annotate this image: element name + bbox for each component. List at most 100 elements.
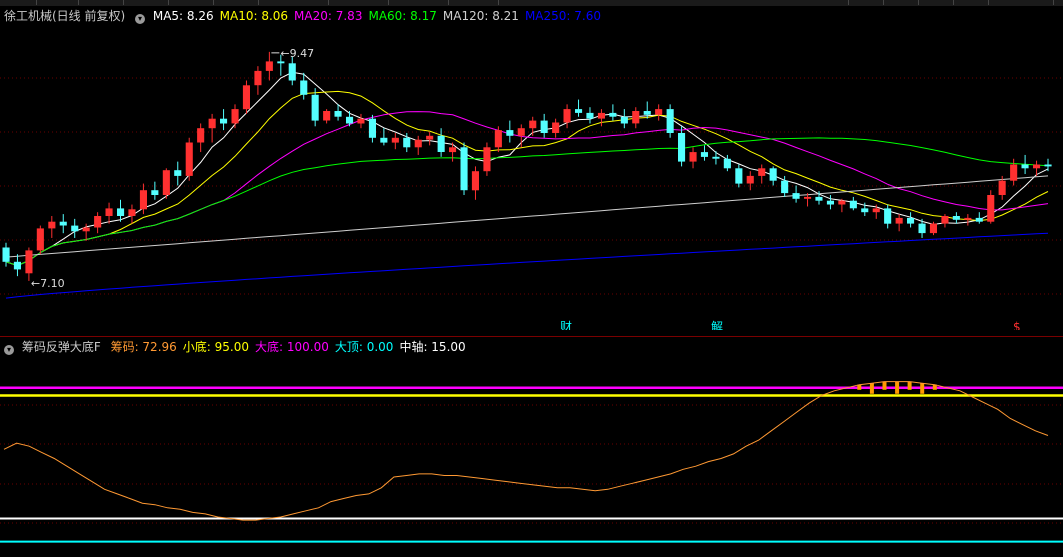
candle xyxy=(632,107,640,129)
indicator-settings-circle-icon[interactable]: ▾ xyxy=(4,345,14,355)
candle xyxy=(529,116,537,136)
candle xyxy=(426,132,434,146)
candle xyxy=(368,114,376,143)
candle xyxy=(735,164,743,188)
event-marker: 财 xyxy=(560,320,572,330)
event-marker: 解 xyxy=(711,320,723,330)
candle xyxy=(197,123,205,153)
candle xyxy=(414,135,422,155)
candle xyxy=(380,128,388,146)
signal-bar xyxy=(920,383,925,394)
candle xyxy=(552,118,560,138)
candle xyxy=(895,214,903,232)
legend-item: 大顶: 0.00 xyxy=(334,340,394,354)
candle xyxy=(242,80,250,114)
candle xyxy=(311,88,319,127)
candle xyxy=(597,109,605,127)
indicator-title: 筹码反弹大底F xyxy=(21,340,101,354)
candle xyxy=(586,107,594,124)
candle xyxy=(265,51,273,81)
candle xyxy=(105,202,113,224)
candle xyxy=(220,109,228,131)
indicator-chart xyxy=(0,381,1063,543)
candle xyxy=(838,198,846,213)
candle xyxy=(174,161,182,186)
candle xyxy=(620,109,628,129)
candle xyxy=(712,151,720,165)
candle xyxy=(471,166,479,200)
candle xyxy=(483,142,491,176)
chart-window: 徐工机械(日线 前复权) ▾ MA5: 8.26 MA10: 8.06 MA20: … xyxy=(0,0,1063,557)
candle xyxy=(1010,158,1018,186)
candle xyxy=(357,113,365,129)
candle xyxy=(540,113,548,138)
legend-item: 大底: 100.00 xyxy=(255,340,329,354)
candle xyxy=(48,216,56,238)
candle xyxy=(849,196,857,211)
candle xyxy=(25,247,33,281)
candle xyxy=(746,171,754,191)
candle xyxy=(94,212,102,234)
candle xyxy=(655,104,663,121)
event-marker: $ xyxy=(1013,320,1021,330)
candle xyxy=(185,137,193,181)
candle xyxy=(231,104,239,129)
candle xyxy=(563,104,571,129)
candle xyxy=(907,212,915,228)
signal-bar xyxy=(895,381,900,394)
candle xyxy=(162,168,170,199)
candle xyxy=(254,66,262,95)
candle xyxy=(449,142,457,162)
candle xyxy=(884,204,892,229)
candle xyxy=(689,147,697,169)
candle xyxy=(36,225,44,255)
legend-item: 筹码: 72.96 xyxy=(110,340,177,354)
candle xyxy=(1044,158,1052,172)
indicator-legend: 筹码: 72.96 小底: 95.00 大底: 100.00 大顶: 0.00 中轴: … xyxy=(111,340,472,354)
indicator-panel-header: ▾ 筹码反弹大底F 筹码: 72.96 小底: 95.00 大底: 100.00 大顶… xyxy=(4,338,478,356)
candle xyxy=(494,126,502,153)
ma-line-MA60 xyxy=(5,137,1049,267)
ma-line-MA20 xyxy=(5,111,1049,267)
legend-item: 小底: 95.00 xyxy=(182,340,249,354)
candle xyxy=(575,99,583,117)
panel-divider xyxy=(0,336,1063,337)
candle xyxy=(460,142,468,196)
candle xyxy=(71,218,79,238)
candle xyxy=(723,154,731,172)
signal-bar xyxy=(882,381,887,390)
ma-line-MA10 xyxy=(5,90,1049,267)
candle xyxy=(151,181,159,200)
candle xyxy=(666,104,674,138)
chip-line xyxy=(3,381,1049,521)
signal-bar xyxy=(869,383,874,394)
candle xyxy=(288,56,296,86)
candle xyxy=(437,128,445,157)
candle xyxy=(975,212,983,224)
candle xyxy=(952,212,960,224)
candlestick-chart: ←9.47 ←7.10 财 解 $ xyxy=(0,47,1063,330)
candle xyxy=(929,221,937,236)
candle xyxy=(208,113,216,143)
legend-item: 中轴: 15.00 xyxy=(399,340,466,354)
candle xyxy=(13,254,21,277)
candle xyxy=(769,166,777,186)
ma-line-MA250 xyxy=(5,232,1049,299)
candle xyxy=(128,204,136,224)
candle xyxy=(987,190,995,224)
candle xyxy=(700,145,708,161)
ma-line-MA5 xyxy=(5,71,1049,267)
candle xyxy=(323,109,331,124)
high-label: ←9.47 xyxy=(280,47,314,60)
candle xyxy=(609,104,617,121)
signal-bar xyxy=(907,381,912,390)
candle xyxy=(391,132,399,150)
candle xyxy=(59,214,67,234)
candle xyxy=(792,185,800,203)
candle xyxy=(941,214,949,228)
low-label: ←7.10 xyxy=(31,277,65,290)
candle xyxy=(758,164,766,184)
candle xyxy=(506,120,514,143)
candle xyxy=(826,195,834,210)
ma-line-MA120 xyxy=(5,175,1049,258)
